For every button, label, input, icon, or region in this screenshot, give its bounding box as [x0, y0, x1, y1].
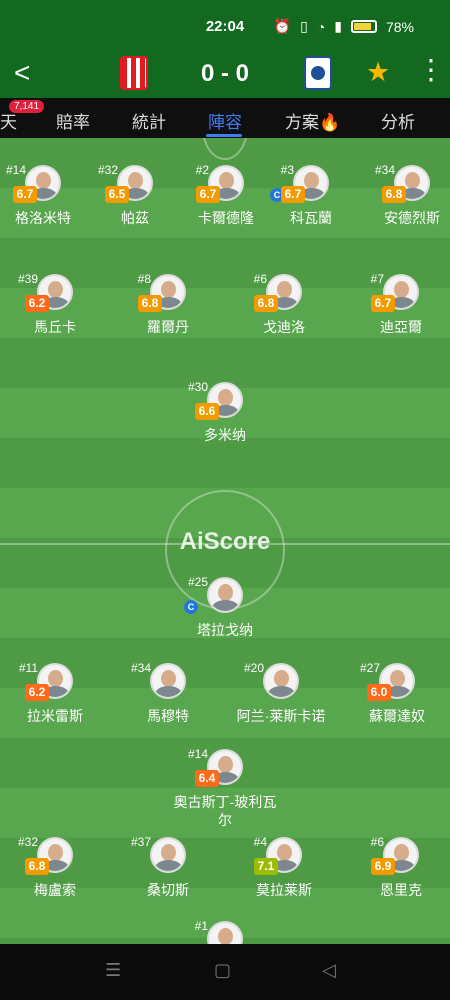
more-menu-icon[interactable]: ⋮	[417, 56, 445, 84]
status-icons: ⏰ ▯ ◔ ▮ 78%	[274, 18, 414, 35]
player-avatar	[150, 837, 186, 873]
live-count-badge: 7,141	[9, 100, 45, 113]
tab-odds[interactable]: 賠率	[56, 108, 90, 133]
system-navigation-bar: ☰ ▢ ◁	[0, 944, 450, 1000]
player-avatar	[150, 663, 186, 699]
lineup-pitch: AiScore #14 6.7 格洛米特 #32 6.5 帕茲 #2 6.7 卡爾德隆 #3…	[0, 138, 450, 944]
back-nav-icon[interactable]: ◁	[322, 960, 336, 981]
recent-apps-icon[interactable]: ☰	[105, 960, 121, 981]
tab-analysis[interactable]: 分析	[381, 108, 415, 133]
active-tab-indicator	[206, 134, 242, 137]
away-team-logo[interactable]	[304, 56, 332, 90]
battery-percent: 78%	[385, 18, 414, 35]
status-bar: 22:04 ⏰ ▯ ◔ ▮ 78%	[0, 0, 450, 50]
captain-badge: C	[184, 600, 198, 614]
player-avatar	[263, 663, 299, 699]
vibrate-icon: ▯	[300, 18, 308, 34]
battery-icon	[350, 20, 377, 33]
wifi-icon: ◔	[316, 18, 326, 35]
tab-stats[interactable]: 統計	[132, 108, 166, 133]
match-header: < 0 - 0 ★ ⋮	[0, 50, 450, 98]
alarm-icon: ⏰	[273, 18, 292, 34]
match-tabs: 天 7,141 賠率 統計 陣容 方案🔥 分析	[0, 98, 450, 138]
tab-tips[interactable]: 方案🔥	[285, 108, 340, 133]
tab-lineup[interactable]: 陣容	[208, 108, 242, 133]
aiscore-watermark: AiScore	[179, 528, 271, 555]
home-icon[interactable]: ▢	[214, 960, 231, 981]
top-goal-arc	[202, 138, 248, 160]
favorite-star-icon[interactable]: ★	[366, 57, 390, 88]
player-avatar	[207, 921, 243, 944]
signal-icon: ▮	[334, 18, 342, 34]
player-avatar	[207, 577, 243, 613]
